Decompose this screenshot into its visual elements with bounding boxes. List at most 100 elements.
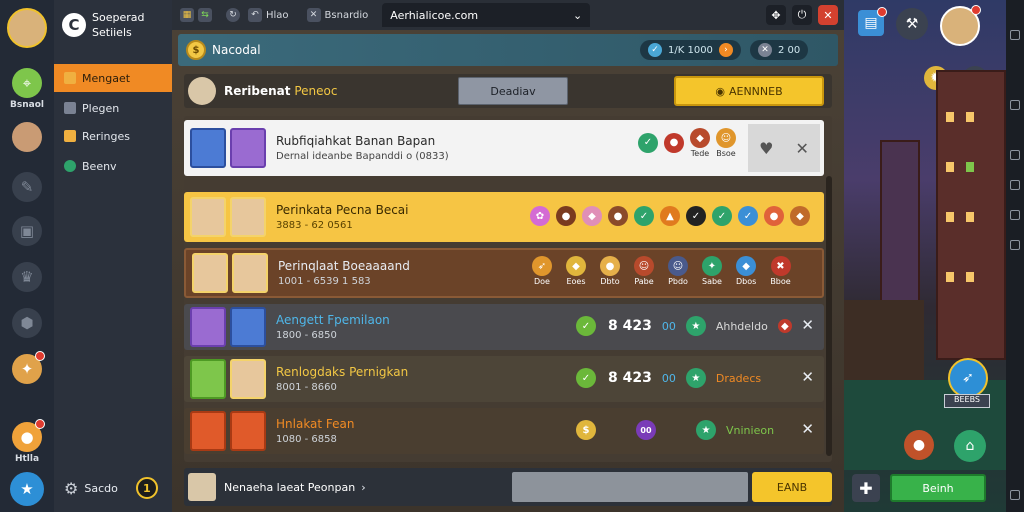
rail-profile[interactable]: [0, 122, 54, 152]
card-icon[interactable]: ▤: [858, 7, 887, 36]
rail-bag[interactable]: ▣: [0, 216, 54, 246]
arrows-icon[interactable]: ⇆: [198, 8, 212, 22]
address-bar[interactable]: Aerhialicoe.com ⌄: [382, 3, 591, 27]
filter-dropdown-button[interactable]: Deadiav: [458, 77, 568, 105]
window-icon[interactable]: [1010, 100, 1020, 110]
medal-icon: ✦: [12, 351, 45, 384]
list-item[interactable]: Perinqlaat Boeaaaand 1001 - 6539 1 583 ➶…: [184, 248, 824, 298]
item-label: Bboe: [770, 277, 791, 286]
tools-icon[interactable]: ✕: [796, 139, 809, 158]
filter-row: Reribenat Peneoc Deadiav ◉ AENNNEB: [184, 74, 832, 108]
go-button[interactable]: Beinh: [890, 474, 986, 502]
heart-icon[interactable]: ♥: [759, 139, 773, 158]
page-icon: [64, 102, 76, 114]
rocket-icon[interactable]: ➶: [948, 358, 988, 398]
rail-tools[interactable]: ✎: [0, 172, 54, 202]
list-item[interactable]: Rubfiqiahkat Banan Bapan Dernal ideanbe …: [184, 120, 824, 176]
window-icon[interactable]: [1010, 30, 1020, 40]
diamond-icon: ✓: [648, 43, 662, 57]
flower-icon: ✿: [530, 206, 550, 226]
tab-hlao[interactable]: ↶ Hlao: [248, 5, 289, 25]
energy-pill[interactable]: ✕ 2 00: [750, 40, 809, 60]
bag-icon: ▣: [12, 216, 42, 246]
rail-shield[interactable]: ⬢: [0, 308, 54, 338]
item-label: Pabe: [634, 277, 654, 286]
sidebar-item-mengaet[interactable]: Mengaet: [54, 64, 172, 92]
item-icon: ●: [764, 206, 784, 226]
rocket-icon: ➶: [532, 256, 552, 276]
paint-icon[interactable]: ▦: [180, 8, 194, 22]
sidebar-item-plegen[interactable]: Plegen: [54, 94, 172, 122]
sidebar-item-reringes[interactable]: Reringes: [54, 122, 172, 150]
avatar: [192, 253, 228, 293]
avatar[interactable]: [940, 5, 981, 46]
notification-dot: [35, 419, 45, 429]
rail-map[interactable]: ⌖ Bsnaol: [0, 68, 54, 110]
filter-label-highlight: Peneoc: [294, 84, 338, 98]
power-icon[interactable]: ⏻: [792, 5, 812, 25]
add-button[interactable]: ✚: [852, 474, 880, 502]
avatar: [230, 128, 266, 168]
settings-row[interactable]: ⚙ Sacdo 1: [54, 472, 172, 504]
action-button[interactable]: ◉ AENNNEB: [674, 76, 824, 106]
row-status: Vninieon: [726, 423, 775, 437]
currency-value: 1/K 1000: [668, 44, 713, 56]
avatar: [230, 307, 266, 347]
rail-star[interactable]: ★: [0, 472, 54, 506]
avatar: [230, 411, 266, 451]
close-icon[interactable]: ✕: [818, 5, 838, 25]
window-icon[interactable]: [1010, 240, 1020, 250]
sidebar-item-beenv[interactable]: Beenv: [54, 152, 172, 180]
face-icon: ☺: [716, 128, 736, 148]
avatar: [190, 359, 226, 399]
send-button[interactable]: EANB: [752, 472, 832, 502]
face-icon: ☺: [668, 256, 688, 276]
sidebar-item-label: Mengaet: [82, 71, 131, 85]
list-item[interactable]: Hnlakat Fean 1080 - 6858 $ 00 ★ Vninieon…: [184, 408, 824, 454]
chat-input[interactable]: [512, 472, 748, 502]
row-title: Aengett Fpemilaon: [276, 313, 390, 327]
home-icon[interactable]: ⌂: [954, 430, 986, 462]
close-icon[interactable]: ✕: [801, 316, 814, 334]
mission-list: Rubfiqiahkat Banan Bapan Dernal ideanbe …: [184, 116, 832, 462]
check-icon: ✓: [576, 368, 596, 388]
window-icon[interactable]: [1010, 210, 1020, 220]
row-items: $ 00 ★ Vninieon: [576, 420, 774, 440]
list-item[interactable]: Perinkata Pecna Becai 3883 - 62 0561 ✿ ●…: [184, 192, 824, 242]
coin-icon: ●: [12, 419, 45, 452]
settings-count-badge: 1: [135, 477, 158, 499]
chevron-down-icon[interactable]: ⌄: [573, 9, 582, 22]
window-icon[interactable]: [1010, 150, 1020, 160]
list-item[interactable]: Aengett Fpemilaon 1800 - 6850 ✓ 8 423 00…: [184, 304, 824, 350]
tools-icon[interactable]: ⚒: [896, 8, 928, 40]
avatar: [190, 411, 226, 451]
rail-crown[interactable]: ♛: [0, 262, 54, 292]
rail-medal[interactable]: ✦: [0, 351, 54, 384]
row-items: ✓ 8 423 00 ★ Ahhdeldo ◆: [576, 316, 792, 336]
avatar: [12, 122, 42, 152]
refresh-button[interactable]: ↻: [226, 5, 240, 25]
gem-icon[interactable]: ●: [904, 430, 934, 460]
item-icon: ◆: [790, 206, 810, 226]
close-icon[interactable]: ✕: [801, 420, 814, 438]
gamepad-icon[interactable]: ✥: [766, 5, 786, 25]
currency-pill[interactable]: ✓ 1/K 1000 ›: [640, 40, 741, 60]
row-title: Perinkata Pecna Becai: [276, 203, 409, 217]
window-icon[interactable]: [1010, 490, 1020, 500]
item-label: Doe: [534, 277, 550, 286]
chevron-right-icon[interactable]: ›: [361, 481, 365, 494]
list-item[interactable]: Renlogdaks Pernigkan 8001 - 8660 ✓ 8 423…: [184, 356, 824, 402]
row-subtitle: 1080 - 6858: [276, 434, 337, 445]
shield-icon: ⬢: [12, 308, 42, 338]
item-icon: ◆: [690, 128, 710, 148]
rail-coins[interactable]: ● Htlla: [0, 419, 54, 464]
brand: C Soeperad Setiiels: [62, 10, 144, 40]
grid-icon: [64, 72, 76, 84]
row-count-badge: 00: [661, 371, 676, 385]
tab-bsnardio[interactable]: ✕ Bsnardio: [306, 5, 368, 25]
window-icon[interactable]: [1010, 180, 1020, 190]
user-avatar[interactable]: [0, 8, 54, 48]
scrollbar[interactable]: [826, 176, 832, 456]
close-icon[interactable]: ✕: [801, 368, 814, 386]
toolbar-controls: ▦ ⇆: [180, 5, 212, 25]
